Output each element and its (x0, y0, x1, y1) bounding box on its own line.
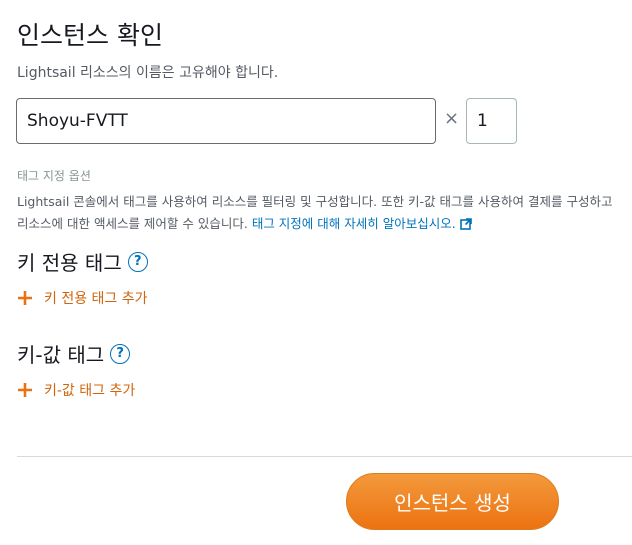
add-key-only-tag-button[interactable]: 키 전용 태그 추가 (16, 288, 148, 308)
tagging-description: Lightsail 콘솔에서 태그를 사용하여 리소스를 필터링 및 구성합니다… (17, 191, 617, 235)
learn-more-tagging-link[interactable]: 태그 지정에 대해 자세히 알아보십시오. (252, 216, 472, 231)
divider (17, 456, 632, 457)
page-title: 인스턴스 확인 (17, 21, 163, 50)
add-key-only-tag-label: 키 전용 태그 추가 (44, 291, 148, 307)
instance-count-input[interactable] (466, 98, 517, 144)
key-only-tags-title: 키 전용 태그 (17, 251, 122, 275)
key-only-tags-heading: 키 전용 태그 ? (17, 247, 148, 276)
key-value-tags-heading: 키-값 태그 ? (17, 339, 131, 368)
key-value-help-icon[interactable]: ? (110, 343, 131, 364)
instance-name-input[interactable] (16, 98, 436, 144)
learn-more-link-label: 태그 지정에 대해 자세히 알아보십시오. (251, 216, 456, 231)
add-key-value-tag-button[interactable]: 키-값 태그 추가 (16, 380, 135, 400)
name-requirement-text: Lightsail 리소스의 이름은 고유해야 합니다. (17, 65, 279, 81)
multiply-symbol: × (444, 108, 460, 129)
plus-icon (18, 291, 32, 305)
key-only-help-icon[interactable]: ? (127, 251, 148, 272)
external-link-icon (459, 218, 472, 230)
plus-icon (18, 383, 32, 397)
add-key-value-tag-label: 키-값 태그 추가 (44, 383, 136, 399)
create-instance-button[interactable]: 인스턴스 생성 (346, 473, 559, 530)
key-value-tags-title: 키-값 태그 (17, 343, 105, 367)
tagging-options-label: 태그 지정 옵션 (17, 169, 91, 183)
